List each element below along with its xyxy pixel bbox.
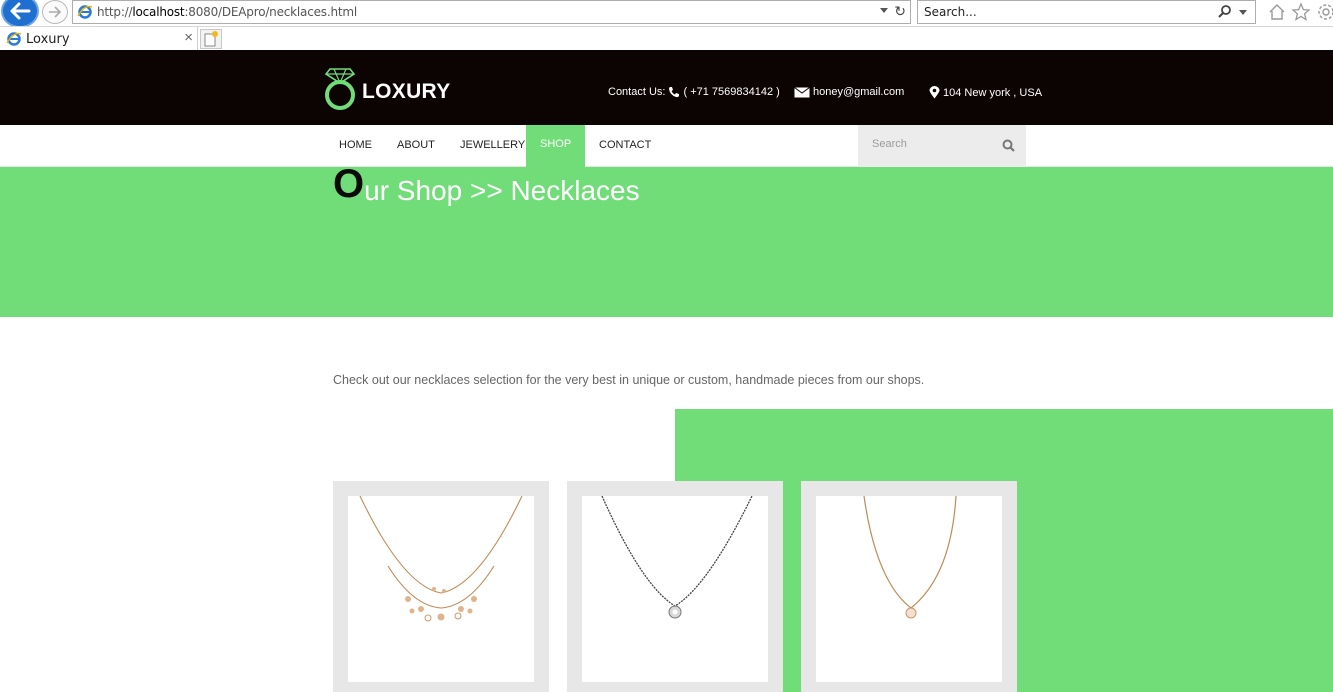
product-card[interactable]	[567, 481, 783, 692]
new-tab-icon	[204, 31, 218, 47]
nav-item-shop[interactable]: SHOP	[526, 125, 586, 167]
ie-icon	[77, 5, 93, 19]
nav-item-contact[interactable]: CONTACT	[599, 125, 651, 167]
ie-icon	[6, 32, 22, 46]
close-icon[interactable]: ×	[184, 29, 193, 46]
address-bar[interactable]: http://localhost:8080/DEApro/necklaces.h…	[72, 0, 911, 24]
page-banner: Our Shop >> Necklaces	[0, 162, 1333, 317]
main-nav: HOME ABOUT JEWELLERY SHOP CONTACT Search	[0, 125, 1333, 167]
logo[interactable]: LOXURY	[322, 63, 451, 111]
forward-button[interactable]	[42, 0, 68, 24]
phone-icon	[669, 87, 680, 98]
new-tab-button[interactable]	[200, 29, 222, 49]
nav-item-home[interactable]: HOME	[339, 125, 372, 167]
product-card[interactable]	[801, 481, 1017, 692]
tab-row: Loxury ×	[0, 26, 1333, 51]
back-arrow-icon	[10, 2, 31, 20]
home-icon[interactable]	[1267, 2, 1287, 22]
necklace-image	[863, 496, 957, 619]
tab-loxury[interactable]: Loxury ×	[0, 27, 198, 51]
back-button[interactable]	[1, 0, 39, 28]
address-row: http://localhost:8080/DEApro/necklaces.h…	[0, 0, 1333, 28]
product-card[interactable]	[333, 481, 549, 692]
search-icon[interactable]	[1002, 139, 1015, 152]
page-title: Our Shop >> Necklaces	[333, 162, 640, 207]
brand-name: LOXURY	[362, 80, 451, 103]
contact-address: 104 New york , USA	[926, 86, 1042, 99]
email-text: honey@gmail.com	[813, 86, 905, 98]
ring-logo-icon	[324, 68, 356, 110]
nav-item-about[interactable]: ABOUT	[397, 125, 435, 167]
browser-search-box[interactable]: Search...	[917, 0, 1256, 24]
browser-chrome: http://localhost:8080/DEApro/necklaces.h…	[0, 0, 1333, 51]
intro-text: Check out our necklaces selection for th…	[333, 373, 925, 387]
site-search-input[interactable]: Search	[858, 125, 1026, 167]
contact-phone: Contact Us: ( +71 7569834142 )	[608, 86, 780, 98]
favorites-star-icon[interactable]	[1291, 2, 1311, 22]
product-image-gold-necklace[interactable]	[348, 496, 534, 682]
envelope-icon	[794, 86, 810, 97]
page-title-text: ur Shop >> Necklaces	[364, 175, 640, 206]
product-image-rose-gold-necklace[interactable]	[816, 496, 1002, 682]
necklace-image	[359, 496, 523, 622]
nav-item-jewellery[interactable]: JEWELLERY	[460, 125, 525, 167]
forward-arrow-icon	[49, 6, 62, 18]
refresh-icon[interactable]: ↻	[894, 3, 906, 20]
phone-number: ( +71 7569834142 )	[683, 86, 780, 98]
address-text: 104 New york , USA	[943, 86, 1043, 99]
product-image-silver-necklace[interactable]	[582, 496, 768, 682]
page-title-initial: O	[333, 162, 365, 206]
search-icon[interactable]	[1217, 4, 1233, 20]
location-pin-icon	[929, 86, 940, 99]
necklace-image	[601, 496, 753, 619]
tab-title: Loxury	[26, 32, 70, 47]
search-dropdown-icon[interactable]	[1239, 10, 1247, 15]
address-dropdown-icon[interactable]	[880, 8, 888, 13]
contact-label: Contact Us:	[608, 86, 666, 98]
contact-email: honey@gmail.com	[791, 86, 904, 98]
browser-search-text: Search...	[924, 5, 977, 19]
url-text: http://localhost:8080/DEApro/necklaces.h…	[97, 5, 357, 19]
gear-icon[interactable]	[1316, 2, 1333, 22]
site-header: LOXURY Contact Us: ( +71 7569834142 ) ho…	[0, 50, 1333, 125]
site-search-placeholder: Search	[872, 138, 907, 150]
